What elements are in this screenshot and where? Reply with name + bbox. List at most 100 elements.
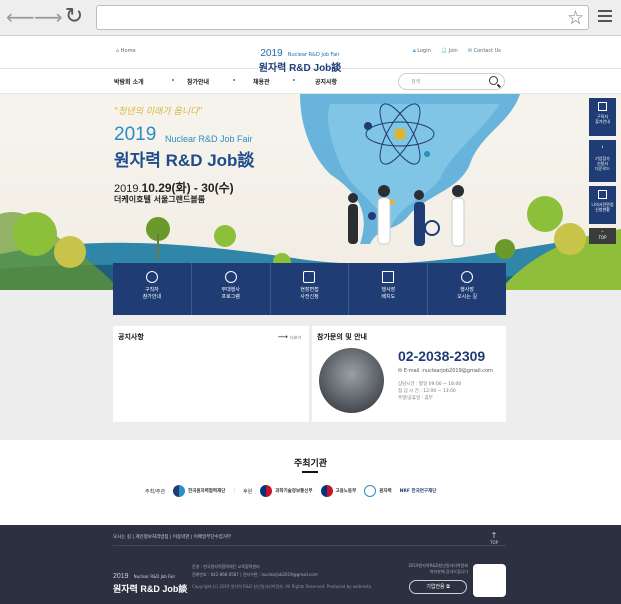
lock-icon: 🔒︎ <box>413 48 416 54</box>
footer-logo: 2019 Nuclear R&D Job Fair 원자력 R&D Job談 <box>113 563 187 595</box>
nav-item-recruit[interactable]: 채용관 <box>253 77 270 86</box>
company-only-label: 기업전용 <box>426 584 445 590</box>
footer-info: 운영 : 한국원자력협력재단 교육협력센터 전화번호 : 042-868-058… <box>192 563 318 579</box>
person-icon <box>145 271 158 283</box>
join-link[interactable]: 👤︎ Join <box>441 48 458 54</box>
join-label: Join <box>448 48 458 54</box>
hero-event-kr: 원자력 R&D Job談 <box>114 151 255 170</box>
hero-illustration <box>0 94 621 290</box>
nav-item-notice[interactable]: 공지사항 <box>315 77 337 86</box>
quick-menu: 구직자 참가안내 부대행사 프로그램 현장면접 사전신청 행사장 배치도 행사장 오시는 … <box>113 263 506 315</box>
nav-divider <box>293 79 295 81</box>
quick-label-1: 행사장 <box>381 287 396 293</box>
quick-label-2: 사전신청 <box>300 294 319 300</box>
contact-photo <box>319 348 384 413</box>
kof-emblem-icon <box>173 485 186 497</box>
footer-logo-event-en: Nuclear R&D Job Fair <box>133 574 176 579</box>
login-link[interactable]: 🔒︎ Login <box>413 48 431 54</box>
quick-label-2: 참가안내 <box>142 294 162 300</box>
quick-item-directions[interactable]: 행사장 오시는 길 <box>428 263 506 315</box>
nav-divider <box>172 79 174 81</box>
quick-item-program[interactable]: 부대행사 프로그램 <box>192 263 271 315</box>
hero-venue: 더케이호텔 서울그랜드볼룸 <box>114 195 206 204</box>
quick-item-job-seeker[interactable]: 구직자 참가안내 <box>113 263 192 315</box>
home-link[interactable]: ⌂ Home <box>116 48 136 54</box>
organizers-row: 주최/주관 한국원자력협력재단 | 후원 과학기술정보통신부 고용노동부 원자력… <box>145 485 436 497</box>
forward-arrow-icon[interactable]: ⟶ <box>34 6 63 28</box>
quick-label-2: 프로그램 <box>221 294 240 300</box>
quick-label-1: 행사장 <box>460 287 474 293</box>
sponsor-label: 후원 <box>243 488 253 495</box>
contact-link[interactable]: ✉ Contact Us <box>468 48 501 54</box>
org-name: NRF 한국연구재단 <box>399 489 437 494</box>
contact-hours-lunch: 점 심 시 간 : 12:00 ~ 13:00 <box>398 389 456 394</box>
utility-links: 🔒︎ Login 👤︎ Join ✉ Contact Us <box>413 48 501 54</box>
side-item-job-seeker[interactable]: 구직자 참가안내 <box>589 98 616 136</box>
search-input[interactable]: 검색 <box>398 73 505 90</box>
document-pen-icon <box>303 271 316 283</box>
side-item-download[interactable]: ⭳ 기업참가 신청서 다운로드 <box>589 140 616 182</box>
footer-links[interactable]: 오시는 길 | 개인정보처리방침 | 이용약관 | 이메일무단수집거부 <box>113 534 231 540</box>
quick-item-floorplan[interactable]: 행사장 배치도 <box>349 263 429 315</box>
org-logo-nuclear: 원자력 <box>364 485 392 497</box>
notice-panel: 공지사항 더보기 <box>113 326 309 422</box>
login-label: Login <box>417 48 431 54</box>
hero-year: 2019 <box>114 124 157 145</box>
org-logo-korea-nuclear-foundation: 한국원자력협력재단 <box>173 485 225 497</box>
hero-banner: "청년의 미래가 옵니다" 2019 Nuclear R&D Job Fair … <box>0 94 621 290</box>
utility-bar: ⌂ Home 2019 Nuclear R&D Job Fair 원자력 R&D… <box>0 37 621 74</box>
host-label: 주최/주관 <box>145 488 166 495</box>
map-pin-icon <box>461 271 474 283</box>
org-name: 원자력 <box>379 489 392 494</box>
search-placeholder: 검색 <box>411 79 421 85</box>
side-top-label: TOP <box>598 235 607 240</box>
quick-label-1: 현장면접 <box>300 287 319 293</box>
logo-event-en: Nuclear R&D Job Fair <box>287 52 340 58</box>
home-label: Home <box>120 48 136 54</box>
main-nav: 박람회 소개 참가안내 채용관 공지사항 검색 <box>0 70 621 94</box>
microphone-icon <box>224 271 237 283</box>
org-name: 고용노동부 <box>335 489 357 494</box>
notice-more-link[interactable]: 더보기 <box>278 333 301 341</box>
search-icon[interactable] <box>489 76 498 85</box>
download-icon: ⭳ <box>601 144 604 149</box>
browser-toolbar: ⟵ ⟶ ↻ ☆ <box>0 0 621 36</box>
quick-label-1: 구직자 <box>144 287 159 293</box>
org-name: 과학기술정보통신부 <box>275 489 313 494</box>
home-icon: ⌂ <box>116 48 120 54</box>
back-arrow-icon[interactable]: ⟵ <box>6 6 35 28</box>
contact-hours-weekend: 주말/공휴일 : 휴무 <box>398 396 433 401</box>
footer: 오시는 길 | 개인정보처리방침 | 이용약관 | 이메일무단수집거부 ↑ TOP… <box>0 525 621 604</box>
quick-label-1: 부대행사 <box>221 287 240 293</box>
footer-top-button[interactable]: ↑ TOP <box>490 531 498 545</box>
nuclear-emblem-icon <box>364 485 377 497</box>
footer-white-box <box>473 564 506 597</box>
nav-item-guide[interactable]: 참가안내 <box>187 77 209 86</box>
org-logo-nrf: NRF 한국연구재단 <box>400 488 437 494</box>
quick-item-interview[interactable]: 현장면접 사전신청 <box>271 263 350 315</box>
side-item-my-interview[interactable]: 나의사전면접 신청현황 <box>589 186 616 224</box>
footer-copyright: Copyright (c) 2019 원자력 R&D 청년일자리박람회. All… <box>192 584 372 589</box>
contact-email-text: E-mail :nuclearjob2019@gmail.com <box>403 368 493 374</box>
bookmark-star-icon[interactable]: ☆ <box>567 7 584 29</box>
address-bar[interactable]: ☆ <box>96 5 589 30</box>
footer-logo-event-kr: 원자력 R&D Job談 <box>113 584 188 594</box>
reload-icon[interactable]: ↻ <box>63 6 85 28</box>
org-name: 한국원자력협력재단 <box>188 489 226 494</box>
contact-email: ✉ E-mail :nuclearjob2019@gmail.com <box>398 368 493 374</box>
nav-item-about[interactable]: 박람회 소개 <box>114 77 144 86</box>
browser-menu-icon[interactable] <box>598 10 612 25</box>
contact-hours-weekday: 상담시간 : 평일 09:00 ~ 18:00 <box>398 382 462 387</box>
hero-event-en: Nuclear R&D Job Fair <box>165 134 253 144</box>
footer-right-text: 2019원자력R&D청년일자리박람회 여러분께 감사드립니다 <box>398 563 468 575</box>
contact-phone: 02-2038-2309 <box>398 348 486 364</box>
contact-hours: 상담시간 : 평일 09:00 ~ 18:00 점 심 시 간 : 12:00 … <box>398 381 461 402</box>
contact-title: 참가문의 및 안내 <box>317 333 367 341</box>
grid-icon <box>382 271 395 283</box>
quick-label-2: 오시는 길 <box>457 294 478 300</box>
side-top-button[interactable]: ⌃ TOP <box>589 228 616 244</box>
contact-panel: 참가문의 및 안내 02-2038-2309 ✉ E-mail :nuclear… <box>312 326 506 422</box>
company-only-button[interactable]: 기업전용 ⧉ <box>409 580 467 594</box>
quick-label-2: 배치도 <box>381 294 396 300</box>
taegeuk-icon <box>320 485 333 497</box>
